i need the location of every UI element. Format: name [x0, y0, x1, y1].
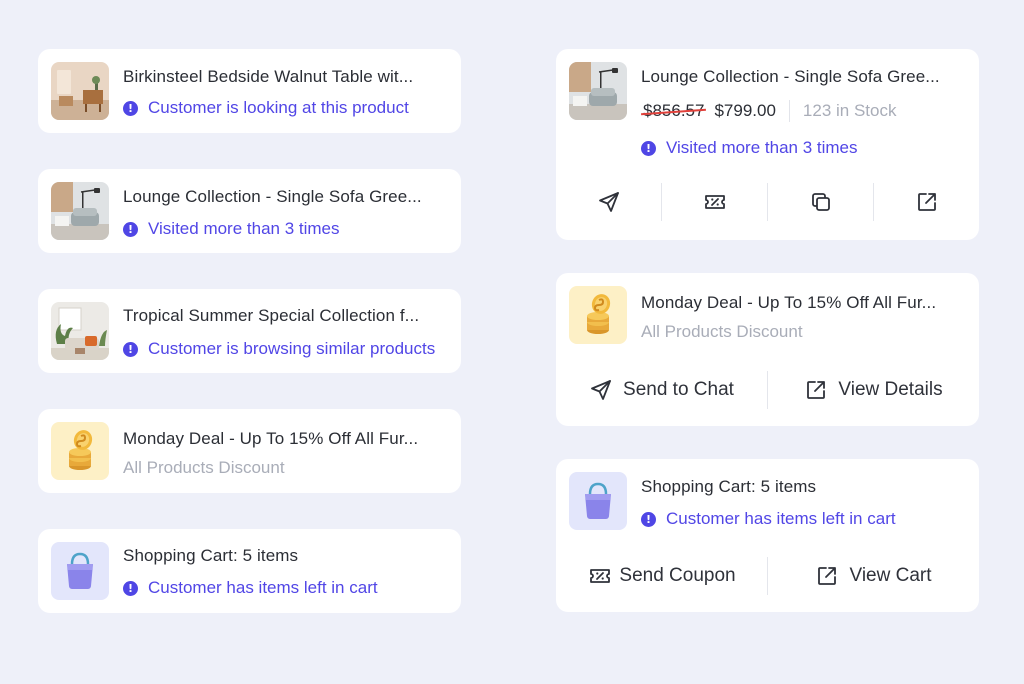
action-bar: [556, 183, 979, 221]
copy-button[interactable]: [768, 183, 873, 221]
status-text: Customer is browsing similar products: [148, 339, 436, 358]
send-to-chat-button[interactable]: [556, 183, 661, 221]
product-card-tropical-collection[interactable]: Tropical Summer Special Collection f... …: [38, 289, 461, 373]
deal-card-expanded[interactable]: Monday Deal - Up To 15% Off All Fur... A…: [556, 273, 979, 426]
card-title: Shopping Cart: 5 items: [641, 477, 817, 496]
card-status: ! Customer is browsing similar products: [123, 339, 435, 359]
card-status: ! Customer has items left in cart: [641, 509, 896, 529]
cart-card-expanded[interactable]: Shopping Cart: 5 items ! Customer has it…: [556, 459, 979, 612]
alert-icon: !: [641, 511, 656, 527]
send-icon: [589, 378, 613, 402]
stock-count: 123 in Stock: [802, 101, 897, 120]
card-title: Lounge Collection - Single Sofa Gree...: [641, 67, 940, 86]
card-title: Tropical Summer Special Collection f...: [123, 306, 420, 325]
send-coupon-button[interactable]: [662, 183, 767, 221]
status-text: Customer is looking at this product: [148, 98, 409, 117]
send-to-chat-button[interactable]: Send to Chat: [556, 371, 767, 409]
open-external-button[interactable]: [874, 183, 979, 221]
card-subtitle: All Products Discount: [123, 458, 285, 477]
card-status: ! Visited more than 3 times: [641, 138, 858, 158]
price-row: $856.57 $799.00 123 in Stock: [643, 100, 896, 122]
product-card-bedside-table[interactable]: Birkinsteel Bedside Walnut Table wit... …: [38, 49, 461, 133]
sale-price: $799.00: [714, 101, 776, 120]
coupon-icon: [702, 190, 728, 214]
card-title: Monday Deal - Up To 15% Off All Fur...: [123, 429, 419, 448]
product-thumbnail: [51, 62, 109, 120]
product-card-expanded[interactable]: Lounge Collection - Single Sofa Gree... …: [556, 49, 979, 240]
coupon-icon: [587, 564, 613, 588]
card-title: Lounge Collection - Single Sofa Gree...: [123, 187, 422, 206]
external-link-icon: [804, 378, 828, 402]
view-cart-button[interactable]: View Cart: [768, 557, 979, 595]
divider: [788, 100, 790, 122]
cart-card-compact[interactable]: Shopping Cart: 5 items ! Customer has it…: [38, 529, 461, 613]
product-thumbnail: [51, 182, 109, 240]
alert-icon: !: [123, 580, 138, 596]
coin-stack-icon: [569, 286, 627, 344]
card-status: ! Visited more than 3 times: [123, 219, 340, 239]
shopping-bag-icon: [51, 542, 109, 600]
send-to-chat-label: Send to Chat: [623, 379, 734, 400]
original-price: $856.57: [643, 101, 705, 120]
product-thumbnail: [569, 62, 627, 120]
status-text: Visited more than 3 times: [148, 219, 340, 238]
view-cart-label: View Cart: [849, 565, 932, 586]
status-text: Visited more than 3 times: [666, 138, 858, 157]
card-status: ! Customer has items left in cart: [123, 578, 378, 598]
action-bar: Send Coupon View Cart: [556, 557, 979, 595]
status-text: Customer has items left in cart: [148, 578, 378, 597]
alert-icon: !: [123, 100, 138, 116]
shopping-bag-icon: [569, 472, 627, 530]
coin-stack-icon: [51, 422, 109, 480]
alert-icon: !: [641, 140, 656, 156]
view-details-label: View Details: [838, 379, 943, 400]
product-card-lounge-sofa[interactable]: Lounge Collection - Single Sofa Gree... …: [38, 169, 461, 253]
card-title: Birkinsteel Bedside Walnut Table wit...: [123, 67, 414, 86]
card-status: ! Customer is looking at this product: [123, 98, 409, 118]
send-coupon-label: Send Coupon: [619, 565, 736, 586]
card-subtitle: All Products Discount: [641, 322, 803, 341]
action-bar: Send to Chat View Details: [556, 371, 979, 409]
send-icon: [597, 190, 621, 214]
card-title: Shopping Cart: 5 items: [123, 546, 299, 565]
product-thumbnail: [51, 302, 109, 360]
alert-icon: !: [123, 341, 138, 357]
external-link-icon: [815, 564, 839, 588]
send-coupon-button[interactable]: Send Coupon: [556, 557, 767, 595]
view-details-button[interactable]: View Details: [768, 371, 979, 409]
external-link-icon: [915, 190, 939, 214]
card-title: Monday Deal - Up To 15% Off All Fur...: [641, 293, 937, 312]
status-text: Customer has items left in cart: [666, 509, 896, 528]
deal-card-compact[interactable]: Monday Deal - Up To 15% Off All Fur... A…: [38, 409, 461, 493]
alert-icon: !: [123, 221, 138, 237]
copy-icon: [809, 190, 833, 214]
